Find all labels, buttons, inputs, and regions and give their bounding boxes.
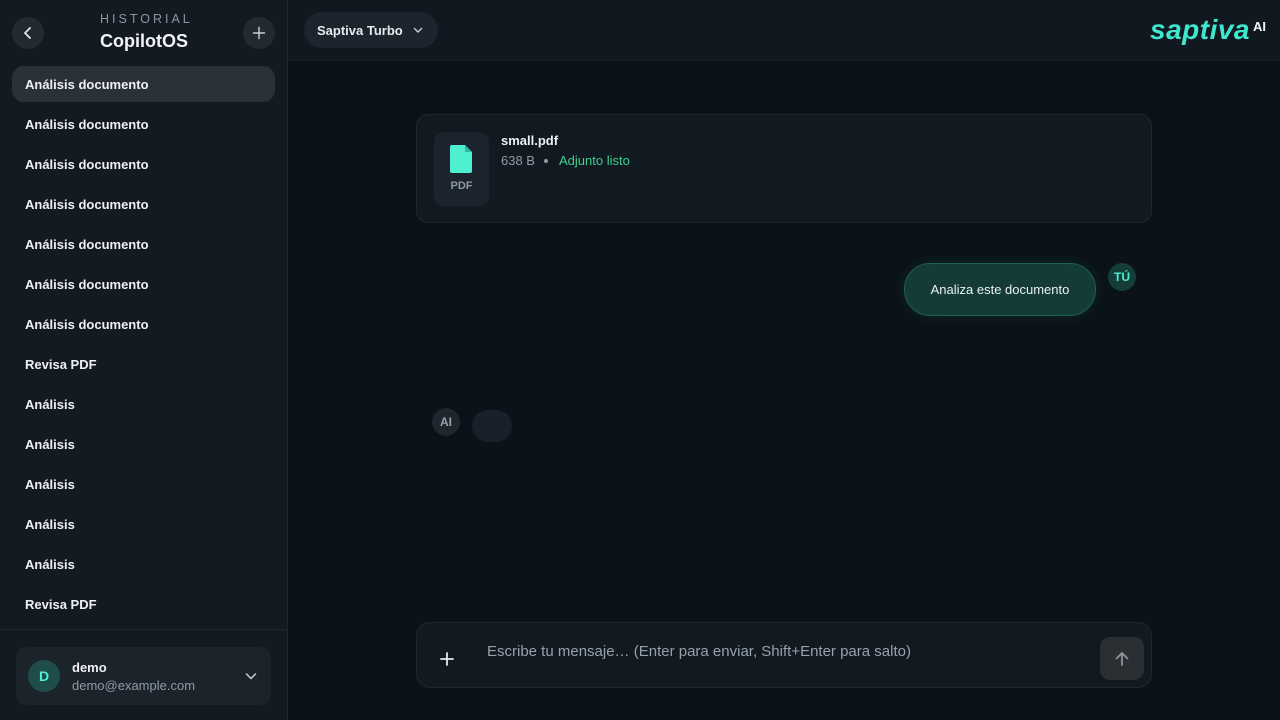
topbar: Saptiva Turbo saptiva AI <box>288 0 1280 61</box>
chevron-down-icon <box>245 673 257 680</box>
model-selector[interactable]: Saptiva Turbo <box>304 12 438 48</box>
message-composer <box>416 622 1152 688</box>
user-email: demo@example.com <box>72 678 196 693</box>
history-item[interactable]: Revisa PDF <box>12 346 275 382</box>
history-item[interactable]: Revisa PDF <box>12 586 275 622</box>
sidebar-title: CopilotOS <box>100 31 188 51</box>
file-thumbnail[interactable]: PDF <box>434 132 489 206</box>
history-item[interactable]: Análisis documento <box>12 226 275 262</box>
attachment-card: PDF small.pdf 638 B Adjunto listo <box>416 114 1152 223</box>
file-icon <box>450 145 472 173</box>
history-item[interactable]: Análisis <box>12 466 275 502</box>
history-item[interactable]: Análisis documento <box>12 146 275 182</box>
user-menu-button[interactable]: D demo demo@example.com <box>16 647 271 705</box>
logo-suffix: AI <box>1253 19 1266 34</box>
file-name: small.pdf <box>501 133 559 148</box>
collapse-sidebar-button[interactable] <box>12 17 44 49</box>
separator-dot <box>544 159 548 163</box>
logo-wordmark: saptiva <box>1150 14 1250 45</box>
history-item[interactable]: Análisis documento <box>12 106 275 142</box>
history-item[interactable]: Análisis documento <box>12 66 275 102</box>
user-message-avatar: TÚ <box>1108 263 1136 291</box>
sidebar-footer: D demo demo@example.com <box>0 629 287 720</box>
attachment-status: Adjunto listo <box>559 153 630 168</box>
history-list: Análisis documento Análisis documento An… <box>12 66 275 626</box>
sidebar-header: HISTORIAL CopilotOS <box>0 0 287 66</box>
new-chat-button[interactable] <box>243 17 275 49</box>
saptiva-logo: saptiva AI <box>1150 10 1266 50</box>
sidebar: HISTORIAL CopilotOS Análisis documento A… <box>0 0 288 720</box>
chevron-left-icon <box>24 27 31 39</box>
send-button[interactable] <box>1100 637 1144 680</box>
history-item[interactable]: Análisis <box>12 426 275 462</box>
history-item[interactable]: Análisis <box>12 506 275 542</box>
chevron-down-icon <box>413 27 423 33</box>
model-selector-label: Saptiva Turbo <box>317 22 403 38</box>
plus-icon <box>440 652 454 666</box>
attach-file-button[interactable] <box>433 645 461 673</box>
plus-icon <box>252 26 266 40</box>
user-message-bubble: Analiza este documento <box>904 263 1096 316</box>
file-size: 638 B <box>501 153 535 168</box>
message-input[interactable] <box>487 637 1087 665</box>
history-item[interactable]: Análisis documento <box>12 266 275 302</box>
arrow-up-icon <box>1115 651 1129 666</box>
file-type-label: PDF <box>450 180 473 192</box>
sidebar-eyebrow: HISTORIAL <box>100 12 193 26</box>
history-item[interactable]: Análisis documento <box>12 186 275 222</box>
history-item[interactable]: Análisis documento <box>12 306 275 342</box>
user-name: demo <box>72 660 107 675</box>
history-item[interactable]: Análisis <box>12 386 275 422</box>
user-avatar: D <box>28 660 60 692</box>
history-item[interactable]: Análisis <box>12 546 275 582</box>
assistant-typing-bubble <box>472 410 512 442</box>
assistant-avatar: AI <box>432 408 460 436</box>
